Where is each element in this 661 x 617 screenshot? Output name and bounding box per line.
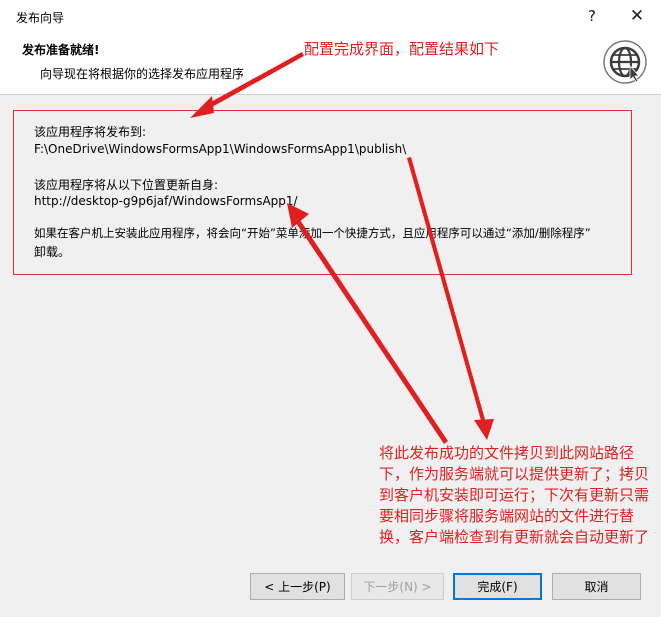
arrow-to-publish-label (200, 52, 304, 112)
cancel-button[interactable]: 取消 (552, 573, 641, 600)
finish-button[interactable]: 完成(F) (453, 573, 542, 600)
arrow-to-publish-label-head (190, 96, 214, 118)
annotation-arrows (190, 52, 494, 444)
arrow-to-publish-path-head (474, 419, 494, 440)
next-button[interactable]: 下一步(N) > (351, 573, 444, 600)
arrow-to-publish-path (407, 157, 486, 424)
arrow-to-update-url (292, 214, 448, 444)
prev-button[interactable]: < 上一步(P) (250, 573, 345, 600)
